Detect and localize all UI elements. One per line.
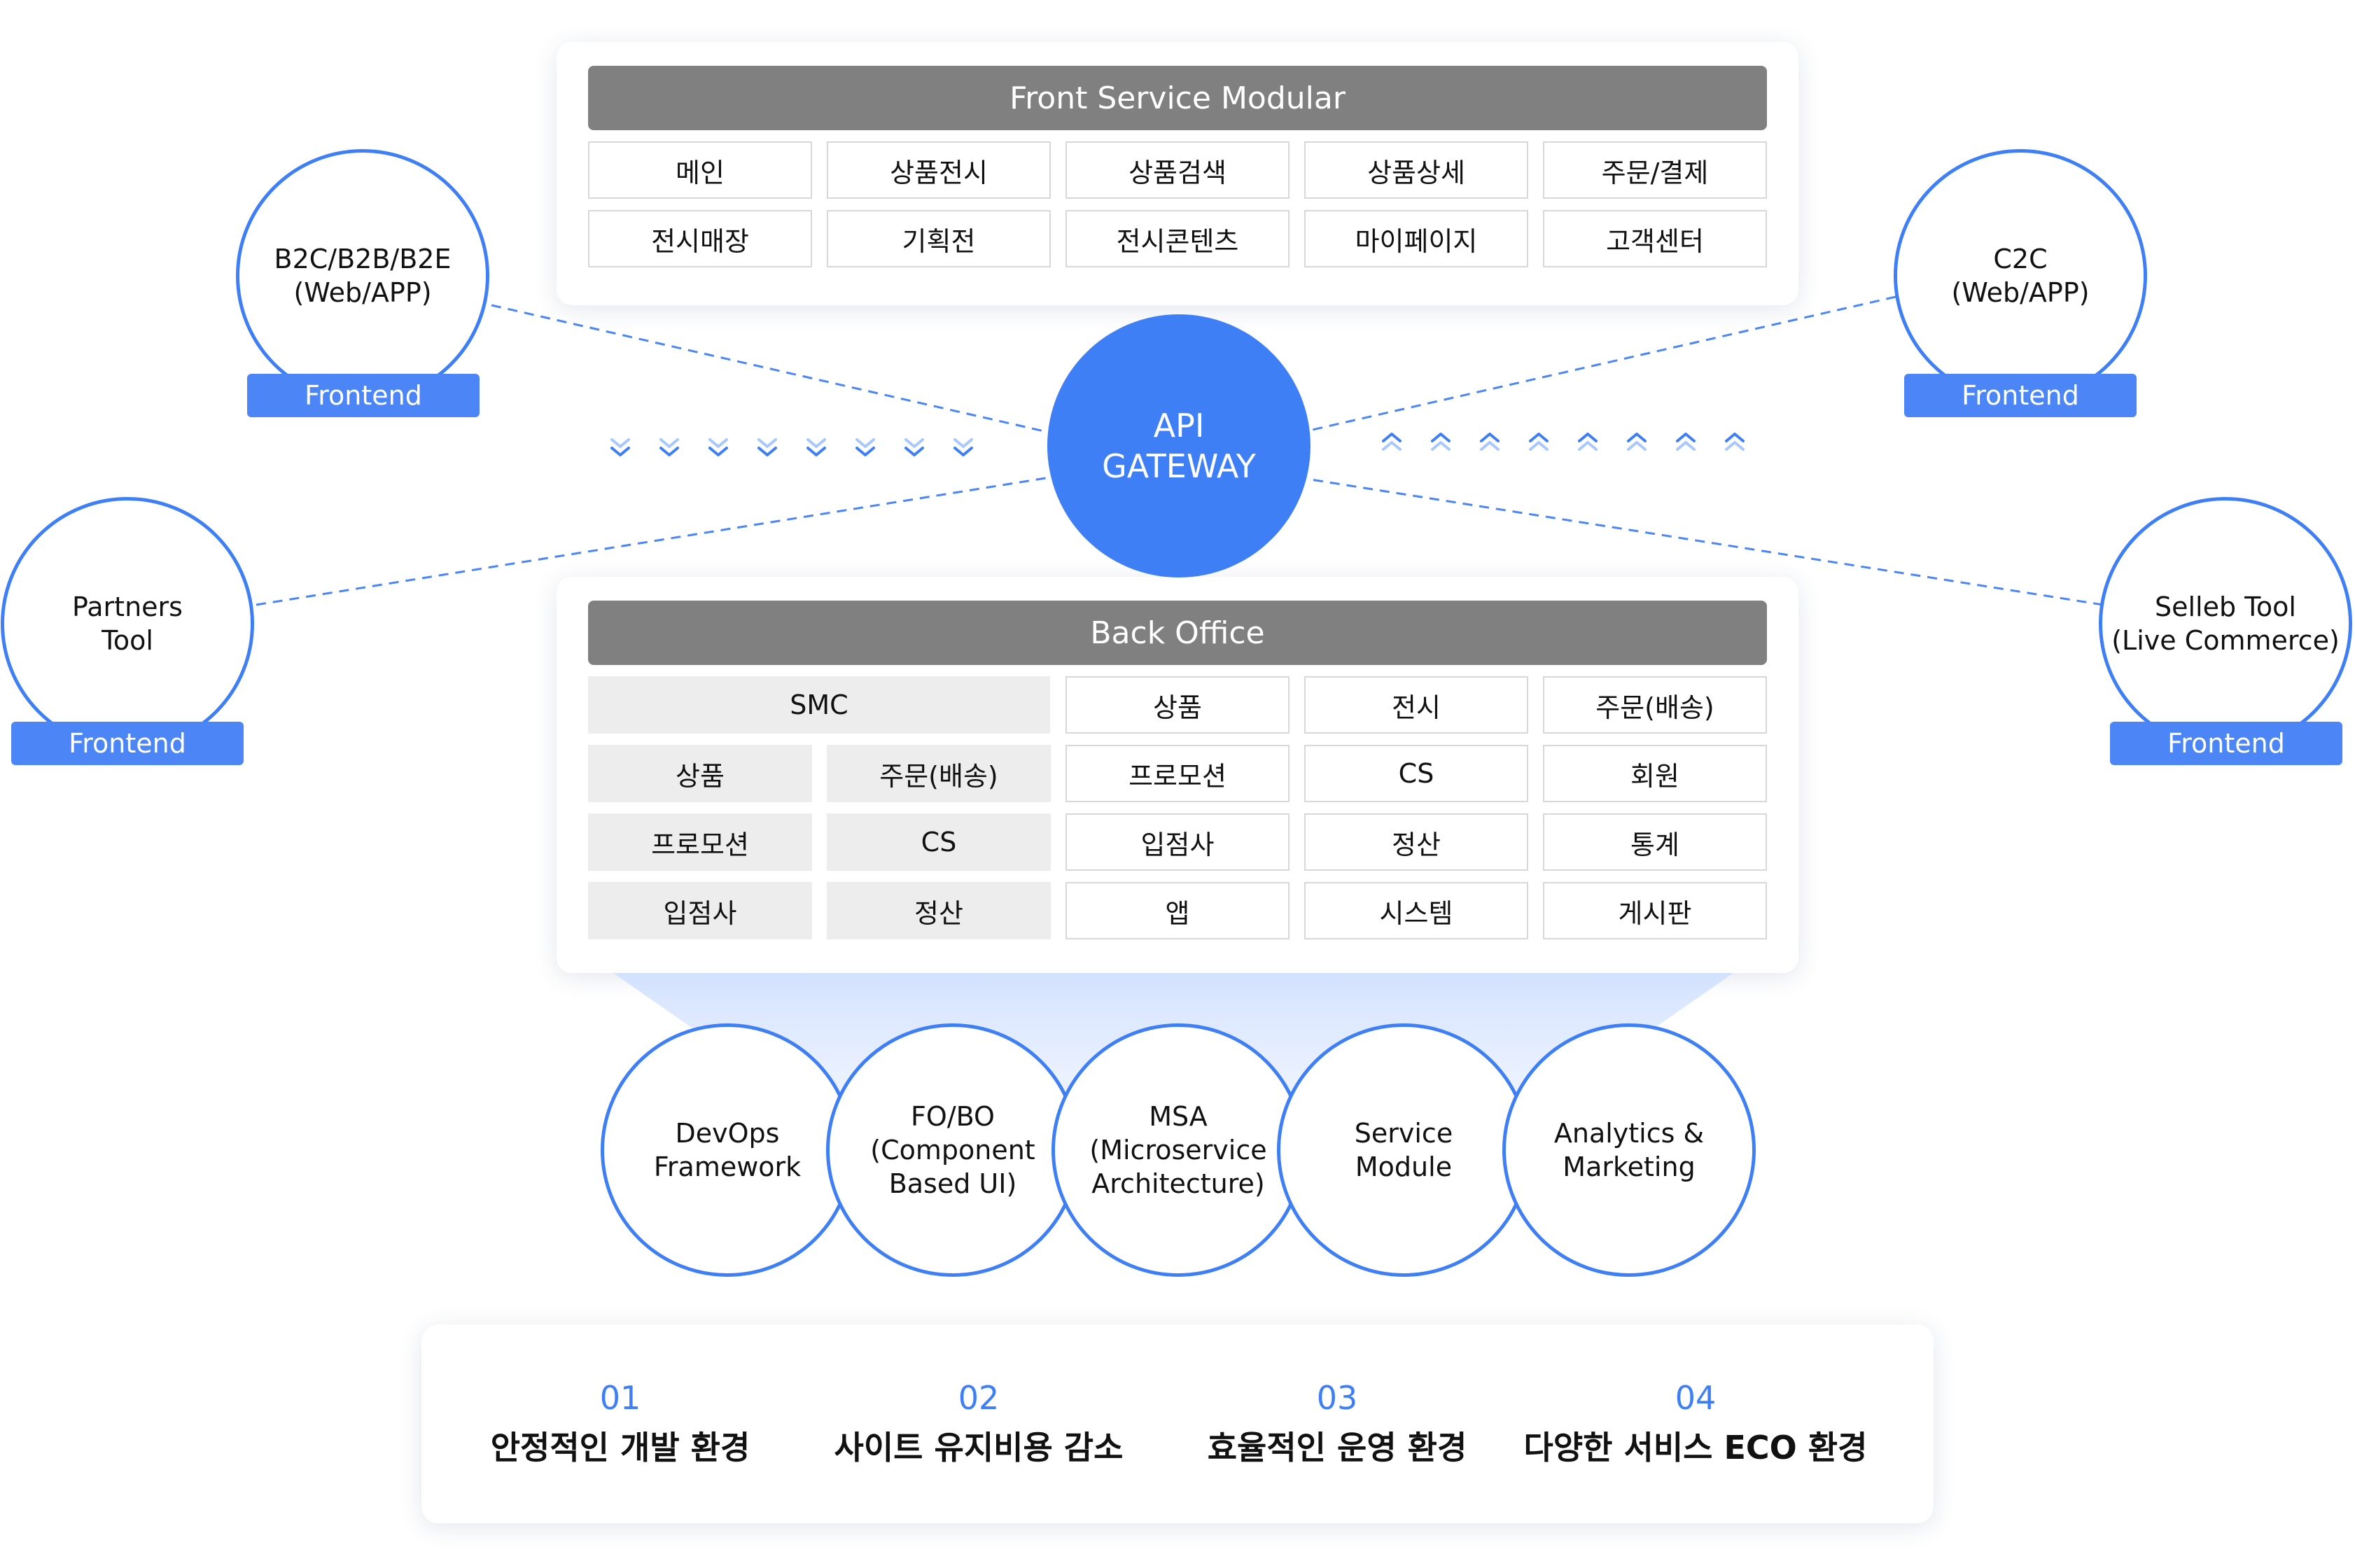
feature-label: DevOps Framework <box>653 1118 802 1182</box>
back-module-cell: 앱 <box>1065 882 1290 939</box>
feature-label: Analytics & Marketing <box>1553 1118 1705 1182</box>
front-module-cell: 마이페이지 <box>1304 210 1528 267</box>
benefit-number: 02 <box>958 1379 1000 1417</box>
connector-c2c <box>1308 295 1896 432</box>
front-module-cell: 상품전시 <box>827 141 1051 199</box>
back-panel-title: Back Office <box>588 601 1767 665</box>
back-module-cell: 시스템 <box>1304 882 1528 939</box>
chevron-up-icon <box>1578 433 1598 451</box>
chevron-down-icon <box>806 438 826 456</box>
client-node-b2c: B2C/B2B/B2E (Web/APP) <box>236 149 489 402</box>
front-module-cell: 전시콘텐츠 <box>1065 210 1290 267</box>
benefit-text: 다양한 서비스 ECO 환경 <box>1523 1429 1868 1466</box>
back-module-cell: 상품 <box>1065 676 1290 734</box>
smc-module-cell: 정산 <box>827 882 1051 939</box>
smc-module-cell: 주문(배송) <box>827 745 1051 802</box>
chevron-up-icon <box>1382 433 1402 451</box>
client-label: B2C/B2B/B2E (Web/APP) <box>274 244 452 308</box>
smc-header: SMC <box>588 676 1050 734</box>
chevron-down-icon <box>904 438 924 456</box>
benefit-item: 01 안정적인 개발 환경 <box>438 1324 802 1523</box>
api-gateway: API GATEWAY <box>1047 314 1311 578</box>
connector-b2c <box>491 304 1051 434</box>
frontend-tag: Frontend <box>1904 374 2137 417</box>
chevron-down-icon <box>855 438 875 456</box>
front-module-cell: 전시매장 <box>588 210 812 267</box>
benefit-text: 효율적인 운영 환경 <box>1207 1429 1467 1466</box>
front-module-cell: 메인 <box>588 141 812 199</box>
front-panel-title: Front Service Modular <box>588 66 1767 130</box>
smc-module-cell: 상품 <box>588 745 812 802</box>
client-label: C2C (Web/APP) <box>1951 244 2090 308</box>
benefits-panel: 01 안정적인 개발 환경 02 사이트 유지비용 감소 03 효율적인 운영 … <box>421 1324 1934 1523</box>
client-node-c2c: C2C (Web/APP) <box>1894 149 2147 402</box>
back-module-cell: 회원 <box>1543 745 1767 802</box>
frontend-tag: Frontend <box>11 722 244 765</box>
benefit-item: 03 효율적인 운영 환경 <box>1155 1324 1519 1523</box>
feature-devops: DevOps Framework <box>601 1023 854 1277</box>
client-label: Selleb Tool (Live Commerce) <box>2111 592 2340 656</box>
chevron-down-icon <box>953 438 973 456</box>
back-module-cell: 정산 <box>1304 813 1528 871</box>
benefit-text: 안정적인 개발 환경 <box>490 1429 750 1466</box>
back-module-cell: 게시판 <box>1543 882 1767 939</box>
benefit-item: 04 다양한 서비스 ECO 환경 <box>1514 1324 1878 1523</box>
back-office-panel: Back Office SMC 상품 주문(배송) 프로모션 CS 입점사 정산 상품 전시 주… <box>557 577 1798 973</box>
benefit-text: 사이트 유지비용 감소 <box>834 1429 1124 1466</box>
smc-module-cell: 입점사 <box>588 882 812 939</box>
benefit-item: 02 사이트 유지비용 감소 <box>797 1324 1161 1523</box>
feature-analytics: Analytics & Marketing <box>1502 1023 1756 1277</box>
chevron-up-icon <box>1676 433 1696 451</box>
smc-module-cell: 프로모션 <box>588 813 812 871</box>
front-module-cell: 고객센터 <box>1543 210 1767 267</box>
chevron-down-icon <box>610 438 630 456</box>
gateway-line2: GATEWAY <box>1102 447 1256 485</box>
back-module-cell: CS <box>1304 745 1528 802</box>
back-module-cell: 통계 <box>1543 813 1767 871</box>
benefit-number: 01 <box>599 1379 641 1417</box>
feature-msa: MSA (Microservice Architecture) <box>1051 1023 1305 1277</box>
front-service-panel: Front Service Modular 메인 상품전시 상품검색 상품상세 주문/결… <box>557 42 1798 305</box>
chevron-up-icon <box>1480 433 1500 451</box>
front-module-cell: 상품상세 <box>1304 141 1528 199</box>
smc-module-cell: CS <box>827 813 1051 871</box>
back-module-cell: 전시 <box>1304 676 1528 734</box>
front-module-cell: 주문/결제 <box>1543 141 1767 199</box>
chevron-up-icon <box>1529 433 1549 451</box>
feature-fobo: FO/BO (Component Based UI) <box>826 1023 1079 1277</box>
chevron-down-icon <box>659 438 679 456</box>
feature-service-module: Service Module <box>1277 1023 1530 1277</box>
back-module-cell: 주문(배송) <box>1543 676 1767 734</box>
chevron-down-icon <box>757 438 777 456</box>
front-module-cell: 상품검색 <box>1065 141 1290 199</box>
chevron-up-icon <box>1725 433 1745 451</box>
chevron-up-icon <box>1627 433 1647 451</box>
client-node-partners: Partners Tool <box>1 497 254 750</box>
benefit-number: 03 <box>1316 1379 1358 1417</box>
front-module-cell: 기획전 <box>827 210 1051 267</box>
gateway-line1: API <box>1153 407 1205 444</box>
chevron-down-icon <box>708 438 728 456</box>
feature-label: Service Module <box>1354 1118 1453 1182</box>
feature-label: MSA (Microservice Architecture) <box>1089 1101 1267 1199</box>
chevron-up-icon <box>1431 433 1451 451</box>
client-node-selleb: Selleb Tool (Live Commerce) <box>2099 497 2352 750</box>
frontend-tag: Frontend <box>2110 722 2342 765</box>
frontend-tag: Frontend <box>247 374 480 417</box>
client-label: Partners Tool <box>72 592 183 656</box>
feature-label: FO/BO (Component Based UI) <box>870 1101 1035 1199</box>
benefit-number: 04 <box>1675 1379 1717 1417</box>
back-module-cell: 프로모션 <box>1065 745 1290 802</box>
back-module-cell: 입점사 <box>1065 813 1290 871</box>
